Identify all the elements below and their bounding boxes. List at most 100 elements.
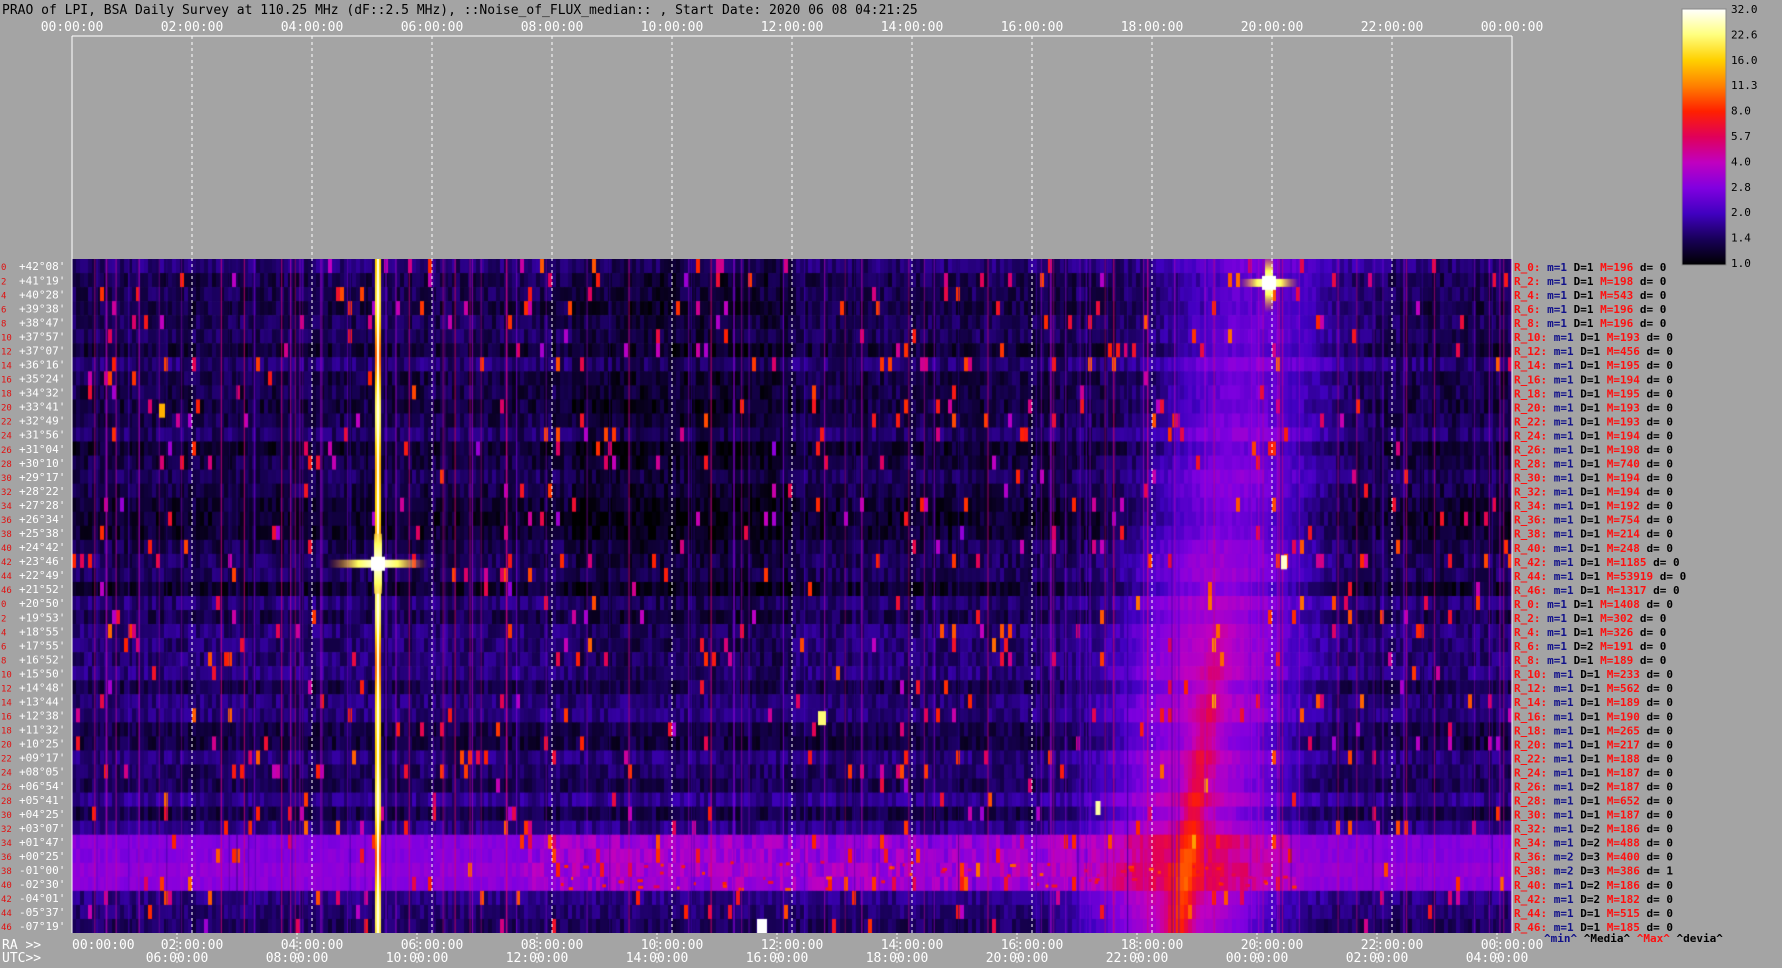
utc-tick-label: 08:00:00 xyxy=(266,951,329,966)
stat-row: R_26: m=1 D=2 M=187 d= 0 xyxy=(1514,780,1673,793)
beam-number: 12 xyxy=(1,684,12,694)
colorbar-tick-label: 5.7 xyxy=(1731,130,1751,143)
stat-row: R_2: m=1 D=1 M=198 d= 0 xyxy=(1514,275,1666,288)
stat-row: R_24: m=1 D=1 M=194 d= 0 xyxy=(1514,429,1673,442)
utc-tick-label: 00:00:00 xyxy=(1226,951,1289,966)
stat-row: R_20: m=1 D=1 M=217 d= 0 xyxy=(1514,738,1673,751)
top-tick-label: 22:00:00 xyxy=(1361,20,1424,35)
beam-number: 30 xyxy=(1,811,12,821)
colorbar-tick-label: 2.0 xyxy=(1731,206,1751,219)
ra-tick-label: 00:00:00 xyxy=(72,938,135,953)
colorbar-tick-label: 1.0 xyxy=(1731,257,1751,270)
beam-number: 6 xyxy=(1,305,6,315)
beam-number: 42 xyxy=(1,558,12,568)
utc-tick-label: 20:00:00 xyxy=(986,951,1049,966)
beam-number: 28 xyxy=(1,460,12,470)
beam-number: 14 xyxy=(1,699,12,709)
declination-label: +37°07' xyxy=(19,344,65,357)
stat-row: R_28: m=1 D=1 M=652 d= 0 xyxy=(1514,795,1673,808)
top-tick-label: 20:00:00 xyxy=(1241,20,1304,35)
declination-label: +05°41' xyxy=(19,794,65,807)
beam-number: 44 xyxy=(1,572,12,582)
beam-number: 38 xyxy=(1,867,12,877)
stat-row: R_36: m=2 D=3 M=400 d= 0 xyxy=(1514,851,1673,864)
stat-row: R_4: m=1 D=1 M=543 d= 0 xyxy=(1514,289,1666,302)
colorbar-tick-label: 8.0 xyxy=(1731,105,1751,118)
utc-tick-label: 16:00:00 xyxy=(746,951,809,966)
stat-row: R_4: m=1 D=1 M=326 d= 0 xyxy=(1514,626,1666,639)
colorbar-tick-label: 16.0 xyxy=(1731,54,1758,67)
declination-label: +34°32' xyxy=(19,387,65,400)
declination-label: +11°32' xyxy=(19,724,65,737)
beam-number: 38 xyxy=(1,530,12,540)
stat-row: R_44: m=1 D=1 M=53919 d= 0 xyxy=(1514,570,1686,583)
top-tick-label: 00:00:00 xyxy=(41,20,104,35)
beam-number: 32 xyxy=(1,488,12,498)
beam-number: 22 xyxy=(1,418,12,428)
declination-label: +00°25' xyxy=(19,850,65,863)
top-tick-label: 06:00:00 xyxy=(401,20,464,35)
declination-label: +29°17' xyxy=(19,471,65,484)
beam-number: 12 xyxy=(1,347,12,357)
stat-row: R_44: m=1 D=1 M=515 d= 0 xyxy=(1514,907,1673,920)
declination-label: +31°04' xyxy=(19,443,65,456)
stat-row: R_18: m=1 D=1 M=265 d= 0 xyxy=(1514,724,1673,737)
declination-label: +27°28' xyxy=(19,499,65,512)
stat-footer: ^min^ ^Media^ ^Max^ ^devia^ xyxy=(1544,932,1723,945)
stat-row: R_20: m=1 D=1 M=193 d= 0 xyxy=(1514,401,1673,414)
chart-title: PRAO of LPI, BSA Daily Survey at 110.25 … xyxy=(2,3,918,18)
beam-number: 40 xyxy=(1,544,12,554)
stat-row: R_10: m=1 D=1 M=233 d= 0 xyxy=(1514,668,1673,681)
beam-number: 4 xyxy=(1,628,6,638)
declination-label: +39°38' xyxy=(19,302,65,315)
top-tick-label: 00:00:00 xyxy=(1481,20,1544,35)
stat-row: R_40: m=1 D=1 M=248 d= 0 xyxy=(1514,542,1673,555)
top-tick-label: 10:00:00 xyxy=(641,20,704,35)
stat-row: R_0: m=1 D=1 M=1408 d= 0 xyxy=(1514,598,1673,611)
declination-label: +28°22' xyxy=(19,485,65,498)
beam-number: 10 xyxy=(1,333,12,343)
declination-label: -01°00' xyxy=(19,864,65,877)
stat-row: R_14: m=1 D=1 M=189 d= 0 xyxy=(1514,696,1673,709)
beam-number: 36 xyxy=(1,516,12,526)
declination-label: +21°52' xyxy=(19,583,65,596)
stat-row: R_26: m=1 D=1 M=198 d= 0 xyxy=(1514,443,1673,456)
beam-number: 46 xyxy=(1,586,12,596)
beam-number: 8 xyxy=(1,656,6,666)
stat-row: R_34: m=1 D=2 M=488 d= 0 xyxy=(1514,837,1673,850)
top-tick-label: 14:00:00 xyxy=(881,20,944,35)
beam-number: 14 xyxy=(1,362,12,372)
stat-row: R_32: m=1 D=2 M=186 d= 0 xyxy=(1514,823,1673,836)
declination-label: +16°52' xyxy=(19,653,65,666)
declination-label: +38°47' xyxy=(19,316,65,329)
top-tick-label: 16:00:00 xyxy=(1001,20,1064,35)
stat-row: R_28: m=1 D=1 M=740 d= 0 xyxy=(1514,458,1673,471)
declination-label: +14°48' xyxy=(19,681,65,694)
beam-number: 20 xyxy=(1,741,12,751)
utc-tick-label: 06:00:00 xyxy=(146,951,209,966)
colorbar-tick-label: 32.0 xyxy=(1731,3,1758,16)
beam-number: 46 xyxy=(1,923,12,933)
stat-row: R_2: m=1 D=1 M=302 d= 0 xyxy=(1514,612,1666,625)
declination-label: +41°19' xyxy=(19,274,65,287)
beam-number: 34 xyxy=(1,839,12,849)
beam-number: 40 xyxy=(1,881,12,891)
declination-label: +31°56' xyxy=(19,429,65,442)
declination-label: +22°49' xyxy=(19,569,65,582)
stat-row: R_10: m=1 D=1 M=193 d= 0 xyxy=(1514,331,1673,344)
colorbar-tick-label: 22.6 xyxy=(1731,28,1758,41)
declination-label: +42°08' xyxy=(19,260,65,273)
declination-label: +09°17' xyxy=(19,752,65,765)
utc-tick-label: 04:00:00 xyxy=(1466,951,1529,966)
beam-number: 2 xyxy=(1,277,6,287)
stat-row: R_30: m=1 D=1 M=194 d= 0 xyxy=(1514,472,1673,485)
stat-row: R_42: m=1 D=1 M=1185 d= 0 xyxy=(1514,556,1680,569)
declination-label: +08°05' xyxy=(19,766,65,779)
declination-label: +19°53' xyxy=(19,611,65,624)
beam-number: 16 xyxy=(1,713,12,723)
utc-tick-label: 10:00:00 xyxy=(386,951,449,966)
colorbar-tick-label: 1.4 xyxy=(1731,232,1751,245)
stat-row: R_8: m=1 D=1 M=189 d= 0 xyxy=(1514,654,1666,667)
beam-number: 4 xyxy=(1,291,6,301)
declination-label: +33°41' xyxy=(19,401,65,414)
